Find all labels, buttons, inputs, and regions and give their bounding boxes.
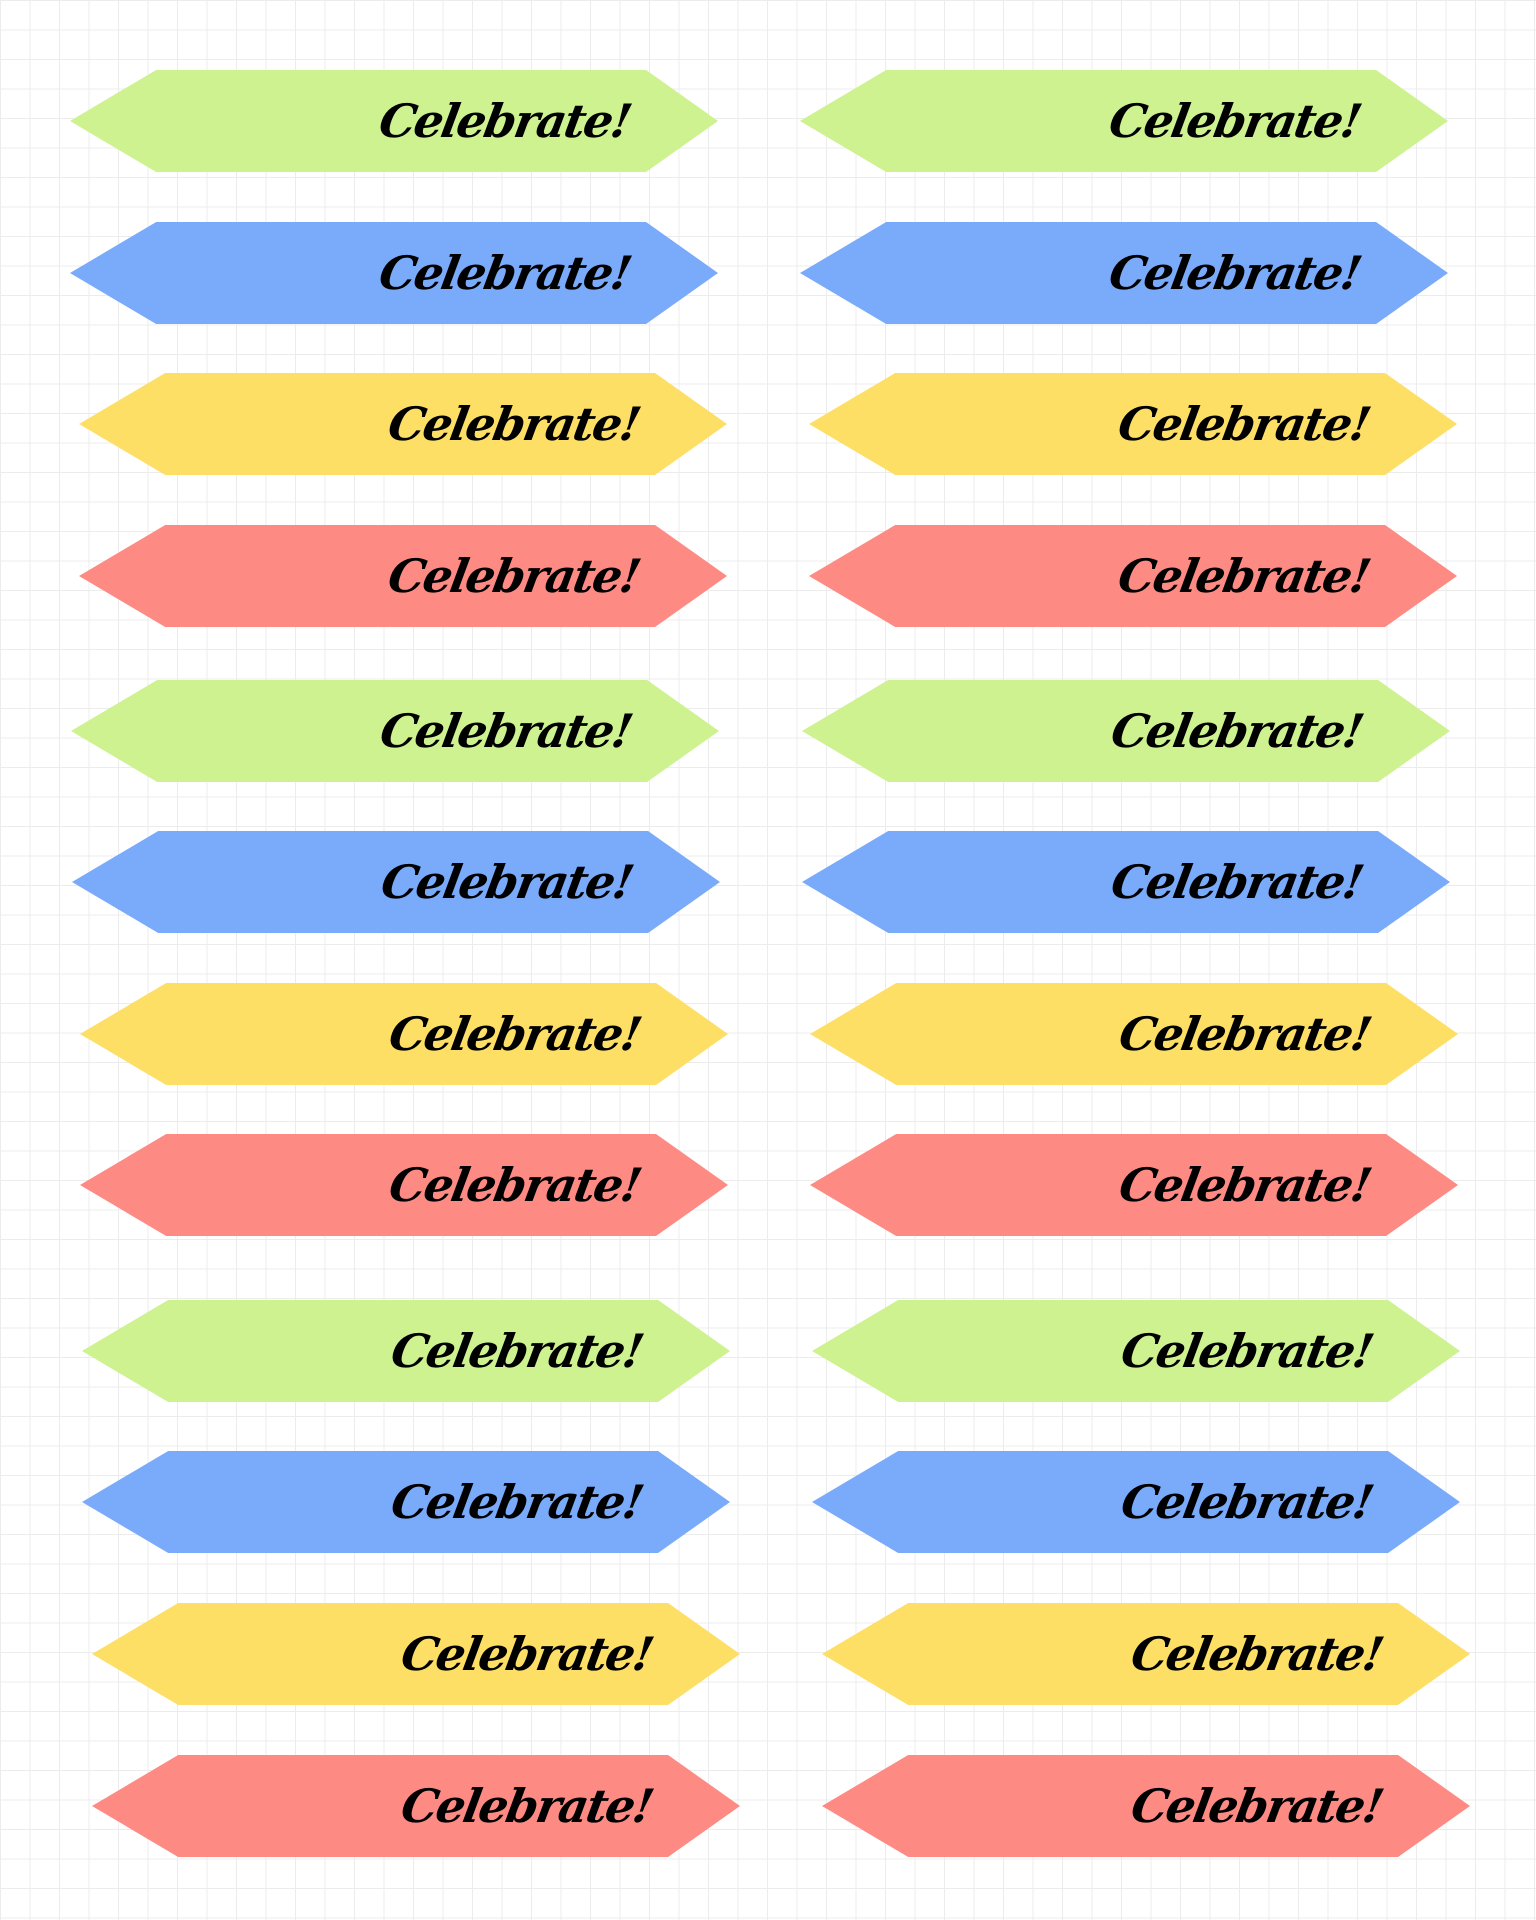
celebrate-label-text: Celebrate!: [1114, 549, 1374, 603]
celebrate-label-text: Celebrate!: [1117, 1475, 1377, 1529]
celebrate-label-text: Celebrate!: [376, 704, 636, 758]
celebrate-label-text: Celebrate!: [384, 549, 644, 603]
celebrate-label-text: Celebrate!: [397, 1779, 657, 1833]
celebrate-label: Celebrate!: [810, 1134, 1458, 1236]
celebrate-label: Celebrate!: [802, 831, 1450, 933]
celebrate-label: Celebrate!: [82, 1451, 730, 1553]
celebrate-label: Celebrate!: [800, 222, 1448, 324]
celebrate-label: Celebrate!: [79, 373, 727, 475]
label-sheet: Celebrate! Celebrate! Celebrate! Celebrate!…: [0, 0, 1536, 1920]
celebrate-label-text: Celebrate!: [385, 1007, 645, 1061]
celebrate-label: Celebrate!: [800, 70, 1448, 172]
celebrate-label-text: Celebrate!: [1127, 1779, 1387, 1833]
celebrate-label-text: Celebrate!: [1105, 94, 1365, 148]
celebrate-label-text: Celebrate!: [1114, 397, 1374, 451]
celebrate-label-text: Celebrate!: [1107, 704, 1367, 758]
celebrate-label-text: Celebrate!: [1107, 855, 1367, 909]
celebrate-label: Celebrate!: [812, 1451, 1460, 1553]
celebrate-label-text: Celebrate!: [385, 1158, 645, 1212]
celebrate-label: Celebrate!: [822, 1755, 1470, 1857]
celebrate-label: Celebrate!: [71, 680, 719, 782]
celebrate-label-text: Celebrate!: [377, 855, 637, 909]
celebrate-label: Celebrate!: [810, 983, 1458, 1085]
celebrate-label-text: Celebrate!: [384, 397, 644, 451]
celebrate-label: Celebrate!: [92, 1603, 740, 1705]
celebrate-label-text: Celebrate!: [387, 1324, 647, 1378]
celebrate-label-text: Celebrate!: [375, 246, 635, 300]
celebrate-label: Celebrate!: [802, 680, 1450, 782]
celebrate-label: Celebrate!: [79, 525, 727, 627]
celebrate-label: Celebrate!: [822, 1603, 1470, 1705]
celebrate-label-text: Celebrate!: [1127, 1627, 1387, 1681]
celebrate-label: Celebrate!: [70, 222, 718, 324]
celebrate-label: Celebrate!: [72, 831, 720, 933]
celebrate-label: Celebrate!: [809, 373, 1457, 475]
celebrate-label-text: Celebrate!: [1105, 246, 1365, 300]
celebrate-label-text: Celebrate!: [387, 1475, 647, 1529]
celebrate-label-text: Celebrate!: [397, 1627, 657, 1681]
celebrate-label: Celebrate!: [80, 1134, 728, 1236]
celebrate-label-text: Celebrate!: [1115, 1007, 1375, 1061]
celebrate-label: Celebrate!: [809, 525, 1457, 627]
celebrate-label-text: Celebrate!: [375, 94, 635, 148]
celebrate-label-text: Celebrate!: [1117, 1324, 1377, 1378]
celebrate-label: Celebrate!: [92, 1755, 740, 1857]
celebrate-label: Celebrate!: [70, 70, 718, 172]
celebrate-label: Celebrate!: [812, 1300, 1460, 1402]
celebrate-label: Celebrate!: [80, 983, 728, 1085]
celebrate-label: Celebrate!: [82, 1300, 730, 1402]
celebrate-label-text: Celebrate!: [1115, 1158, 1375, 1212]
